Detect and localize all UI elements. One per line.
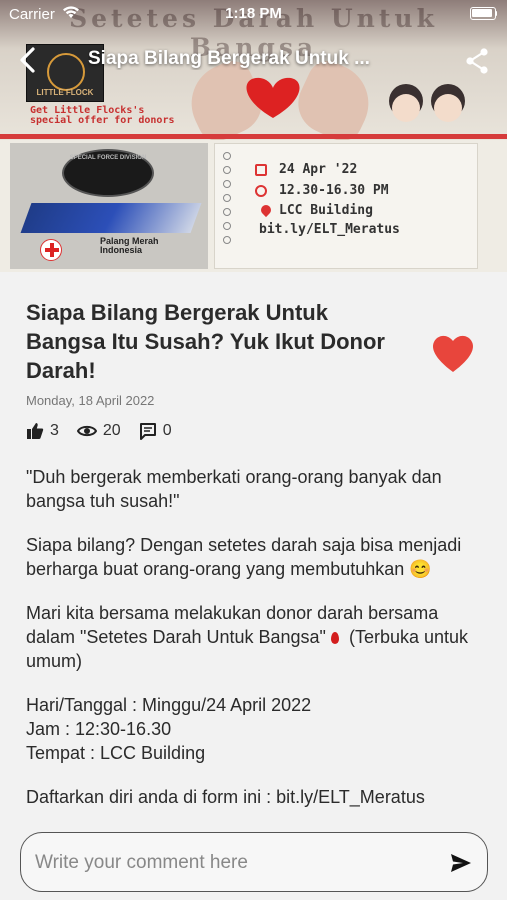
divider bbox=[0, 134, 507, 139]
comment-input[interactable] bbox=[35, 850, 425, 876]
post-title: Siapa Bilang Bergerak Untuk Bangsa Itu S… bbox=[26, 300, 385, 383]
comment-icon bbox=[139, 423, 156, 440]
kids-illustration bbox=[385, 84, 475, 134]
comments-count: 0 bbox=[162, 422, 172, 439]
paragraph: "Duh bergerak memberkati orang-orang ban… bbox=[26, 467, 442, 511]
red-cross-icon bbox=[40, 239, 62, 261]
pmi-label: Palang Merah Indonesia bbox=[100, 236, 159, 255]
post-content[interactable]: Siapa Bilang Bergerak Untuk Bangsa Itu S… bbox=[0, 272, 507, 820]
event-link: bit.ly/ELT_Meratus bbox=[259, 222, 400, 237]
likes-count: 3 bbox=[50, 422, 59, 439]
send-icon[interactable] bbox=[449, 852, 473, 874]
comment-box bbox=[20, 832, 488, 892]
share-icon[interactable] bbox=[462, 46, 492, 76]
comment-bar bbox=[0, 820, 507, 900]
page-title: Siapa Bilang Bergerak Untuk ... bbox=[88, 48, 370, 69]
likes-stat[interactable]: 3 bbox=[26, 422, 59, 440]
clock-icon bbox=[255, 185, 267, 197]
clock: 1:18 PM bbox=[225, 5, 282, 22]
back-arrow-icon[interactable] bbox=[14, 44, 42, 76]
battery-icon bbox=[470, 7, 497, 20]
sponsor-logos: SPECIAL FORCE DIVISION Palang Merah Indo… bbox=[10, 143, 208, 269]
thumbs-up-icon bbox=[27, 423, 44, 439]
paragraph: Siapa bilang? Dengan setetes darah saja … bbox=[26, 535, 462, 579]
paragraph: Daftarkan diri anda di form ini : bit.ly… bbox=[26, 787, 425, 807]
event-date: 24 Apr '22 bbox=[279, 162, 358, 177]
eye-icon bbox=[76, 425, 97, 437]
views-stat: 20 bbox=[76, 422, 121, 440]
views-count: 20 bbox=[102, 422, 121, 439]
event-info: Hari/Tanggal : Minggu/24 April 2022 Jam … bbox=[26, 695, 312, 763]
paragraph: Mari kita bersama melakukan donor darah … bbox=[26, 603, 469, 671]
event-time: 12.30-16.30 PM bbox=[279, 183, 389, 198]
event-location: LCC Building bbox=[279, 203, 373, 218]
location-pin-icon bbox=[258, 202, 274, 218]
navbar: Siapa Bilang Bergerak Untuk ... bbox=[0, 36, 507, 84]
heart-favorite-icon[interactable] bbox=[430, 332, 476, 374]
post-body: "Duh bergerak memberkati orang-orang ban… bbox=[26, 465, 486, 820]
calendar-icon bbox=[255, 164, 267, 176]
event-details-card: 24 Apr '22 12.30-16.30 PM LCC Building b… bbox=[214, 143, 478, 269]
post-date: Monday, 18 April 2022 bbox=[26, 393, 155, 408]
blood-drop-icon bbox=[330, 632, 339, 644]
offer-text: Get Little Flocks's special offer for do… bbox=[30, 105, 175, 126]
comments-stat[interactable]: 0 bbox=[139, 422, 172, 440]
special-force-logo: SPECIAL FORCE DIVISION bbox=[62, 149, 154, 197]
status-bar: Carrier 1:18 PM bbox=[0, 0, 507, 28]
post-stats: 3 20 0 bbox=[26, 420, 190, 442]
